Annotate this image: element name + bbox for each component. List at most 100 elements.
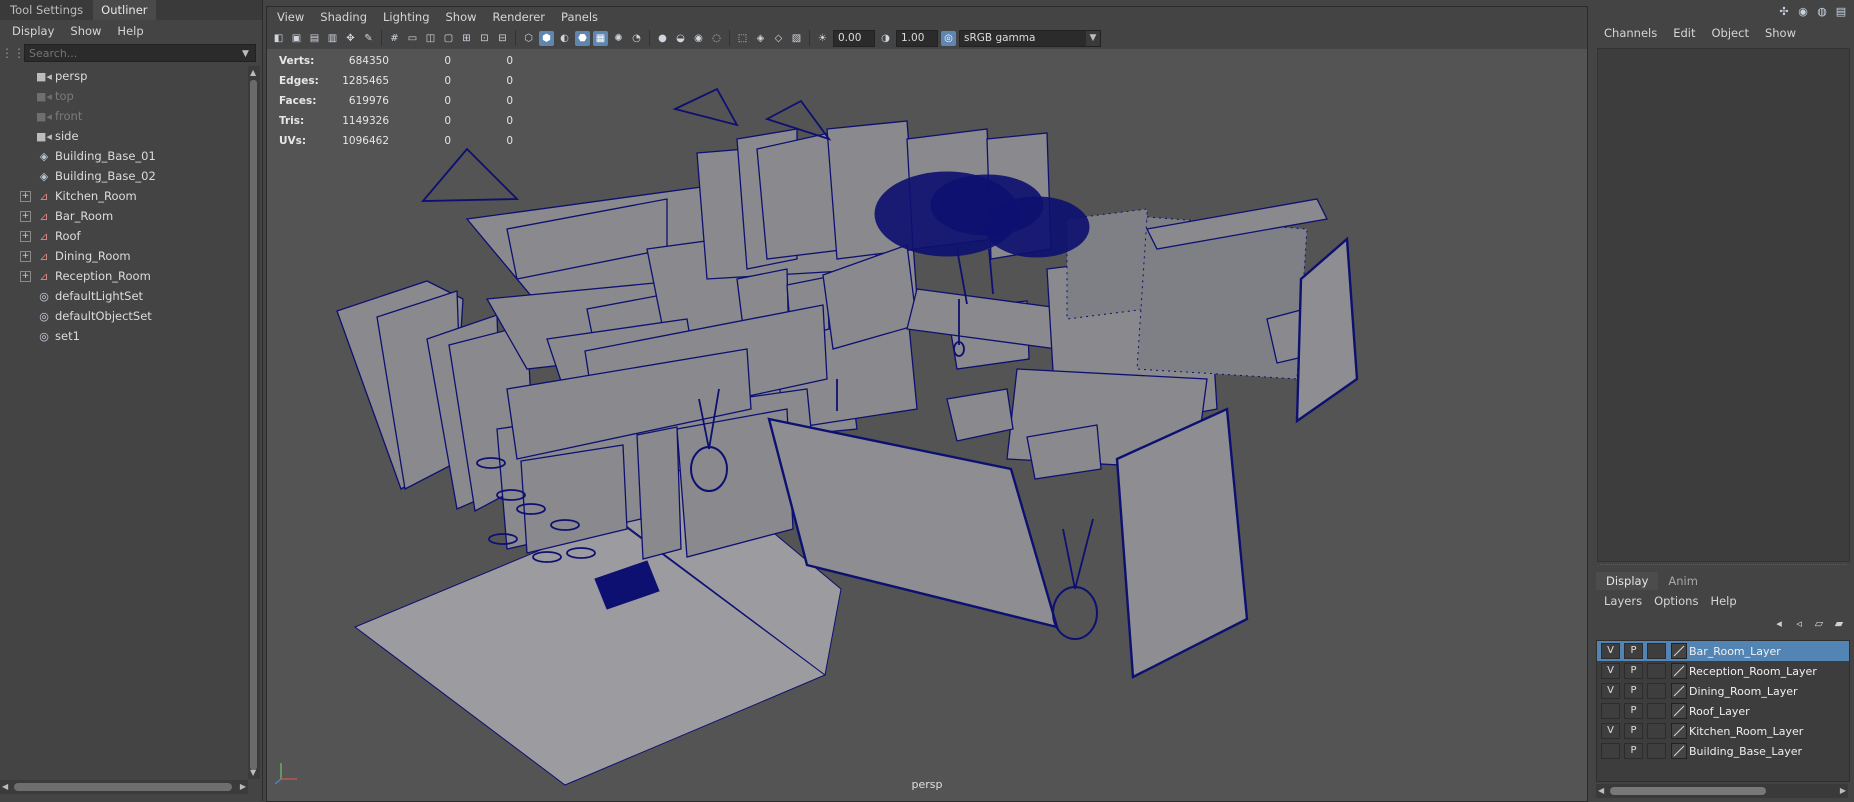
menu-object[interactable]: Object: [1706, 26, 1759, 40]
layer-row[interactable]: P Roof_Layer: [1597, 701, 1849, 721]
field-chart-icon[interactable]: ⊞: [459, 31, 474, 46]
layer-color-swatch[interactable]: [1671, 703, 1687, 719]
layer-row[interactable]: P Building_Base_Layer: [1597, 741, 1849, 761]
layer-color-swatch[interactable]: [1671, 723, 1687, 739]
tab-tool-settings[interactable]: Tool Settings: [2, 0, 91, 20]
xray-joints-icon[interactable]: ◇: [771, 31, 786, 46]
scroll-right-icon[interactable]: ▶: [240, 782, 246, 791]
scroll-left-icon[interactable]: ◀: [2, 782, 8, 791]
view-transform-select[interactable]: sRGB gamma ▼: [959, 29, 1101, 47]
smooth-shade-icon[interactable]: ⬢: [539, 30, 554, 46]
layer-color-swatch[interactable]: [1671, 663, 1687, 679]
outliner-item[interactable]: ◈ Building_Base_02: [0, 166, 248, 186]
layer-hscroll-thumb[interactable]: [1610, 787, 1766, 795]
menu-edit[interactable]: Edit: [1667, 26, 1705, 40]
menu-shading[interactable]: Shading: [312, 10, 375, 24]
gamma-icon[interactable]: ◑: [878, 31, 893, 46]
resolution-gate-icon[interactable]: ◫: [423, 31, 438, 46]
expand-icon[interactable]: +: [20, 190, 31, 202]
visibility-toggle[interactable]: V: [1601, 723, 1620, 739]
menu-show[interactable]: Show: [62, 24, 109, 38]
modeling-toolkit-icon[interactable]: ◉: [1796, 4, 1810, 18]
display-type-toggle[interactable]: [1647, 723, 1666, 739]
default-material-icon[interactable]: ◐: [557, 31, 572, 46]
playback-toggle[interactable]: P: [1624, 663, 1643, 679]
layer-row[interactable]: V P Bar_Room_Layer: [1597, 641, 1849, 661]
multisample-aa-icon[interactable]: ◉: [691, 31, 706, 46]
menu-show-channels[interactable]: Show: [1759, 26, 1806, 40]
tab-display[interactable]: Display: [1596, 572, 1659, 590]
menu-view[interactable]: View: [269, 10, 312, 24]
layer-row[interactable]: V P Kitchen_Room_Layer: [1597, 721, 1849, 741]
scroll-right-icon[interactable]: ▶: [1840, 786, 1846, 795]
grease-pencil-icon[interactable]: ✎: [361, 31, 376, 46]
outliner-item[interactable]: + ⊿ Dining_Room: [0, 246, 248, 266]
outliner-item[interactable]: ◈ Building_Base_01: [0, 146, 248, 166]
outliner-item[interactable]: ◎ defaultLightSet: [0, 286, 248, 306]
layer-row[interactable]: V P Reception_Room_Layer: [1597, 661, 1849, 681]
safe-action-icon[interactable]: ⊡: [477, 31, 492, 46]
layer-color-swatch[interactable]: [1671, 683, 1687, 699]
visibility-toggle[interactable]: [1601, 743, 1620, 759]
menu-help[interactable]: Help: [109, 24, 151, 38]
outliner-item[interactable]: ■◂ top: [0, 86, 248, 106]
expand-icon[interactable]: +: [20, 210, 31, 222]
outliner-search-input[interactable]: [24, 44, 256, 62]
exposure-field[interactable]: 0.00: [833, 29, 875, 47]
outliner-item[interactable]: ■◂ persp: [0, 66, 248, 86]
visibility-toggle[interactable]: [1601, 703, 1620, 719]
menu-help-layers[interactable]: Help: [1704, 594, 1742, 608]
gamma-field[interactable]: 1.00: [896, 29, 938, 47]
menu-display[interactable]: Display: [4, 24, 62, 38]
expand-icon[interactable]: +: [20, 230, 31, 242]
outliner-item[interactable]: + ⊿ Kitchen_Room: [0, 186, 248, 206]
menu-lighting[interactable]: Lighting: [375, 10, 437, 24]
display-type-toggle[interactable]: [1647, 643, 1666, 659]
layer-color-swatch[interactable]: [1671, 643, 1687, 659]
display-type-toggle[interactable]: [1647, 743, 1666, 759]
scroll-left-icon[interactable]: ◀: [1598, 786, 1604, 795]
outliner-item[interactable]: + ⊿ Reception_Room: [0, 266, 248, 286]
outliner-hscroll-thumb[interactable]: [14, 783, 232, 791]
menu-layers[interactable]: Layers: [1598, 594, 1648, 608]
scroll-down-icon[interactable]: ▼: [250, 768, 256, 777]
wireframe-icon[interactable]: ⬡: [521, 31, 536, 46]
grid-icon[interactable]: #: [387, 31, 402, 46]
menu-renderer[interactable]: Renderer: [485, 10, 554, 24]
gate-mask-icon[interactable]: ▢: [441, 31, 456, 46]
outliner-item[interactable]: ■◂ side: [0, 126, 248, 146]
layer-color-swatch[interactable]: [1671, 743, 1687, 759]
transform-tool-icon[interactable]: ✣: [1777, 4, 1791, 18]
display-type-toggle[interactable]: [1647, 683, 1666, 699]
channel-box-icon[interactable]: ▤: [1834, 4, 1848, 18]
tab-outliner[interactable]: Outliner: [93, 0, 156, 20]
use-all-lights-icon[interactable]: ✺: [611, 31, 626, 46]
new-layer-selected-icon[interactable]: ▰: [1832, 616, 1846, 630]
viewport-scene[interactable]: Verts: 684350 0 0 Edges: 1285465 0 0 Faces: 61997…: [267, 49, 1587, 801]
chevron-down-icon[interactable]: ▼: [1086, 30, 1100, 46]
two-d-pan-icon[interactable]: ✥: [343, 31, 358, 46]
outliner-horizontal-scrollbar[interactable]: ◀ ▶: [0, 780, 248, 794]
outliner-item[interactable]: ■◂ front: [0, 106, 248, 126]
outliner-item[interactable]: ◎ set1: [0, 326, 248, 346]
outliner-vscroll-thumb[interactable]: [250, 80, 257, 770]
move-layer-up-icon[interactable]: ◂: [1772, 616, 1786, 630]
playback-toggle[interactable]: P: [1624, 643, 1643, 659]
display-type-toggle[interactable]: [1647, 703, 1666, 719]
visibility-toggle[interactable]: V: [1601, 683, 1620, 699]
wireframe-on-shaded-icon[interactable]: ⬣: [575, 30, 590, 46]
film-gate-icon[interactable]: ▭: [405, 31, 420, 46]
layer-row[interactable]: V P Dining_Room_Layer: [1597, 681, 1849, 701]
menu-channels[interactable]: Channels: [1598, 26, 1667, 40]
outliner-item[interactable]: + ⊿ Bar_Room: [0, 206, 248, 226]
xray-icon[interactable]: ◈: [753, 31, 768, 46]
shadows-icon[interactable]: ◔: [629, 31, 644, 46]
select-camera-icon[interactable]: ◧: [271, 31, 286, 46]
scroll-up-icon[interactable]: ▲: [250, 68, 256, 77]
playback-toggle[interactable]: P: [1624, 703, 1643, 719]
outliner-vertical-scrollbar[interactable]: ▲ ▼: [248, 66, 260, 779]
display-type-toggle[interactable]: [1647, 663, 1666, 679]
filter-icon[interactable]: ⋮⋮: [1, 46, 25, 60]
search-dropdown-icon[interactable]: ▼: [242, 49, 249, 59]
playback-toggle[interactable]: P: [1624, 683, 1643, 699]
